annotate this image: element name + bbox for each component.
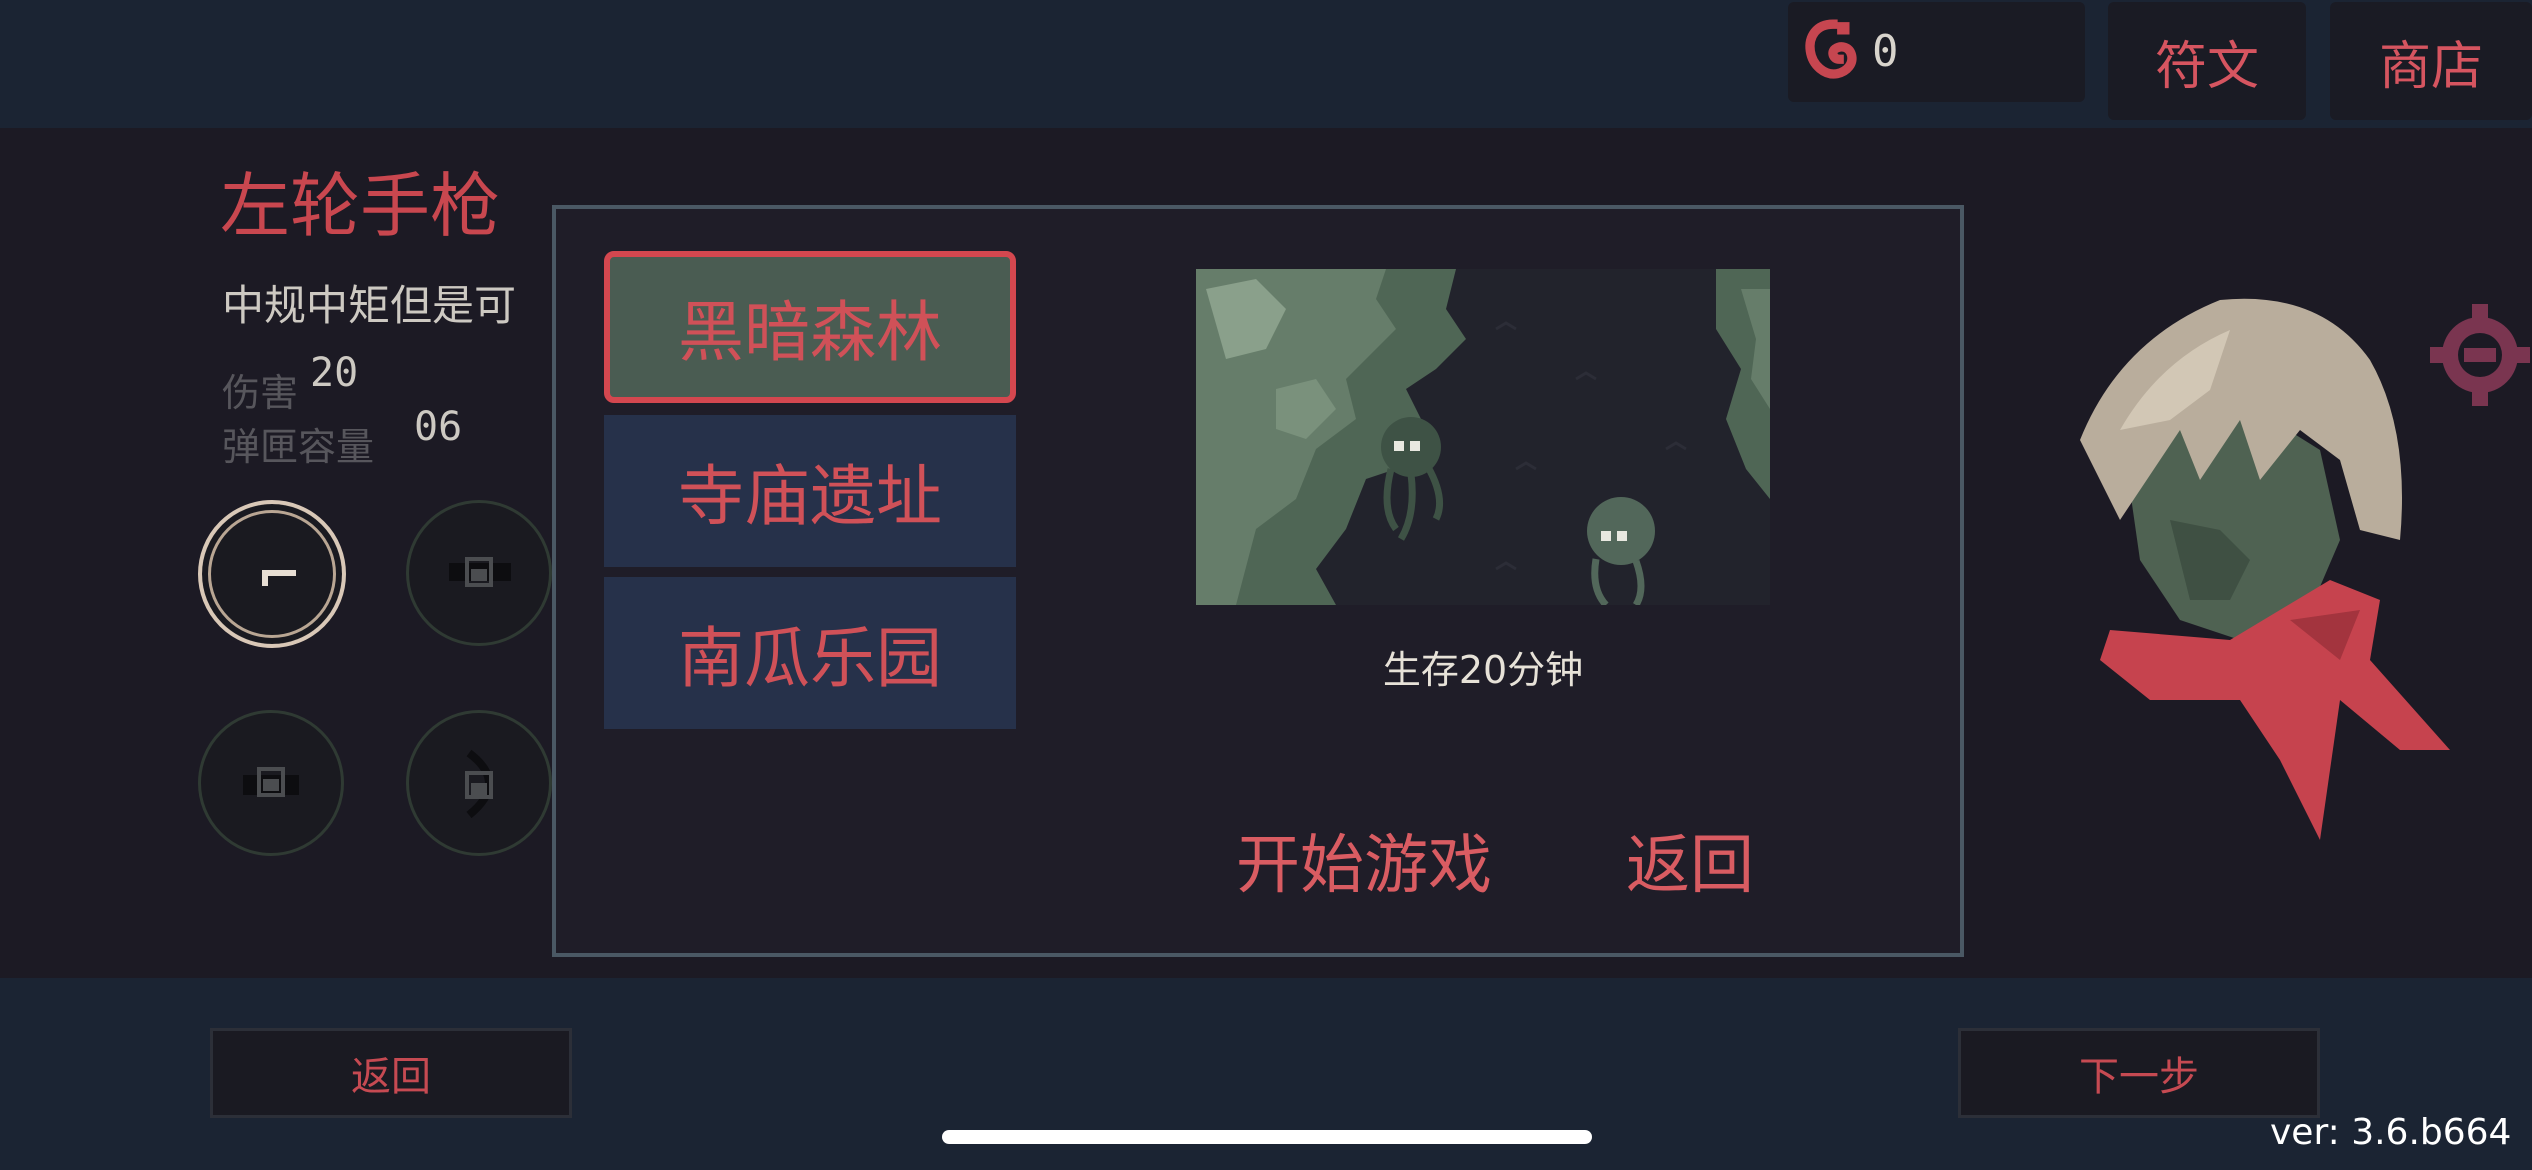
rune-currency-display: 0 (1788, 2, 2085, 102)
locked-weapon-icon (449, 557, 511, 587)
currency-value: 0 (1872, 26, 1899, 77)
locked-weapon-icon (243, 767, 299, 797)
map-option-pumpkin-park[interactable]: 南瓜乐园 (604, 577, 1016, 729)
weapon-slot-locked-2[interactable] (198, 710, 344, 856)
map-preview-image (1196, 269, 1770, 605)
weapon-slot-revolver[interactable] (198, 500, 346, 648)
map-option-dark-forest[interactable]: 黑暗森林 (604, 251, 1016, 403)
start-game-button[interactable]: 开始游戏 (1236, 814, 1492, 906)
stat-label-magazine: 弹匣容量 (222, 425, 375, 469)
weapon-name: 左轮手枪 (220, 165, 500, 247)
version-label: ver: 3.6.b664 (2270, 1112, 2512, 1153)
character-portrait (2080, 298, 2450, 840)
home-indicator[interactable] (942, 1130, 1592, 1144)
stat-label-damage: 伤害 (222, 371, 299, 415)
shop-button[interactable]: 商店 (2330, 2, 2532, 120)
stat-value-magazine: 06 (414, 404, 463, 450)
revolver-icon (262, 570, 296, 586)
next-button[interactable]: 下一步 (1958, 1028, 2320, 1118)
soul-currency-icon (1805, 19, 1857, 79)
back-button[interactable]: 返回 (210, 1028, 572, 1118)
weapon-slot-locked-3[interactable] (406, 710, 552, 856)
runes-button[interactable]: 符文 (2108, 2, 2306, 120)
weapon-description: 中规中矩但是可 (222, 281, 517, 330)
locked-bow-icon (465, 749, 493, 819)
dialog-back-button[interactable]: 返回 (1626, 814, 1754, 906)
stat-value-damage: 20 (310, 350, 359, 396)
map-option-temple-ruins[interactable]: 寺庙遗址 (604, 415, 1016, 567)
map-objective-text: 生存20分钟 (1382, 648, 1584, 692)
map-select-dialog: 黑暗森林 寺庙遗址 南瓜乐园 生存20分钟 开始游戏 返回 (552, 205, 1964, 957)
weapon-slot-locked-1[interactable] (406, 500, 552, 646)
